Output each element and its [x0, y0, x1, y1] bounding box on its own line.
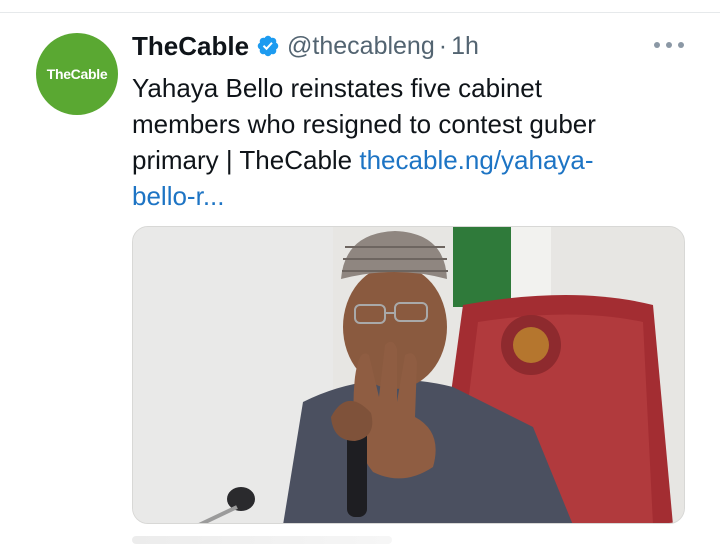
tweet-media-photo[interactable] — [132, 226, 685, 524]
header-separator: · — [438, 31, 448, 60]
tweet-body: Yahaya Bello reinstates five cabinet mem… — [132, 70, 652, 214]
more-options-icon[interactable] — [654, 36, 684, 54]
author-handle[interactable]: @thecableng — [287, 32, 435, 61]
more-dot — [666, 42, 672, 48]
tweet-header: TheCable @thecableng · 1h — [132, 28, 479, 64]
author-name[interactable]: TheCable — [132, 31, 249, 62]
avatar-logo-text: TheCable — [46, 66, 108, 82]
top-divider — [0, 12, 720, 13]
more-dot — [654, 42, 660, 48]
verified-badge-icon — [257, 35, 279, 57]
author-avatar[interactable]: TheCable — [36, 33, 118, 115]
photo-illustration — [133, 227, 684, 523]
tweet-timestamp[interactable]: 1h — [451, 32, 479, 61]
more-dot — [678, 42, 684, 48]
next-content-edge — [132, 536, 392, 544]
